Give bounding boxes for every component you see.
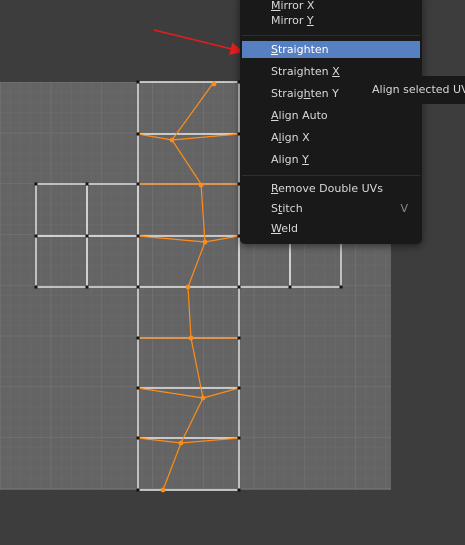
- menu-item-align-auto[interactable]: Align Auto: [242, 107, 420, 124]
- menu-label: S: [271, 202, 278, 215]
- menu-label: eld: [281, 222, 299, 235]
- menu-item-mirror-y[interactable]: Mirror Y: [242, 12, 420, 29]
- menu-label-mnemonic: M: [271, 0, 281, 12]
- menu-item-remove-double-uvs[interactable]: Remove Double UVs: [242, 180, 420, 197]
- menu-label: ten Y: [310, 87, 339, 100]
- menu-label-mnemonic: A: [271, 109, 279, 122]
- menu-label: emove Double UVs: [278, 182, 383, 195]
- annotation-arrow-icon: [153, 29, 244, 55]
- tooltip: Align selected UV v: [362, 76, 465, 104]
- menu-label: irror X: [280, 0, 315, 12]
- menu-label: A: [271, 131, 279, 144]
- menu-item-align-y[interactable]: Align Y: [242, 151, 420, 168]
- menu-label: itch: [282, 202, 303, 215]
- menu-label-mnemonic: Y: [302, 153, 309, 166]
- tooltip-text: Align selected UV v: [372, 83, 465, 96]
- menu-label-mnemonic: h: [303, 87, 311, 100]
- menu-item-stitch[interactable]: Stitch V: [242, 200, 420, 217]
- menu-label: ign X: [281, 131, 310, 144]
- menu-separator: [242, 35, 420, 36]
- menu-label-mnemonic: S: [271, 43, 278, 56]
- menu-separator: [242, 175, 420, 176]
- menu-label-mnemonic: Y: [306, 14, 314, 27]
- menu-label: Straighten: [271, 65, 333, 78]
- stitch-shortcut: V: [400, 202, 408, 215]
- menu-label: traighten: [277, 43, 329, 56]
- menu-label: Mirror: [271, 14, 307, 27]
- menu-item-straighten[interactable]: Straighten: [242, 41, 420, 58]
- menu-label-mnemonic: W: [271, 222, 282, 235]
- menu-item-weld[interactable]: Weld: [242, 220, 420, 237]
- uv-context-menu: Mirror X Mirror Y Straighten Straighten …: [240, 0, 422, 244]
- menu-item-align-x[interactable]: Align X: [242, 129, 420, 146]
- menu-label-mnemonic: X: [332, 65, 340, 78]
- menu-label: lign Auto: [278, 109, 328, 122]
- menu-label: Straig: [271, 87, 304, 100]
- menu-label: Align: [271, 153, 303, 166]
